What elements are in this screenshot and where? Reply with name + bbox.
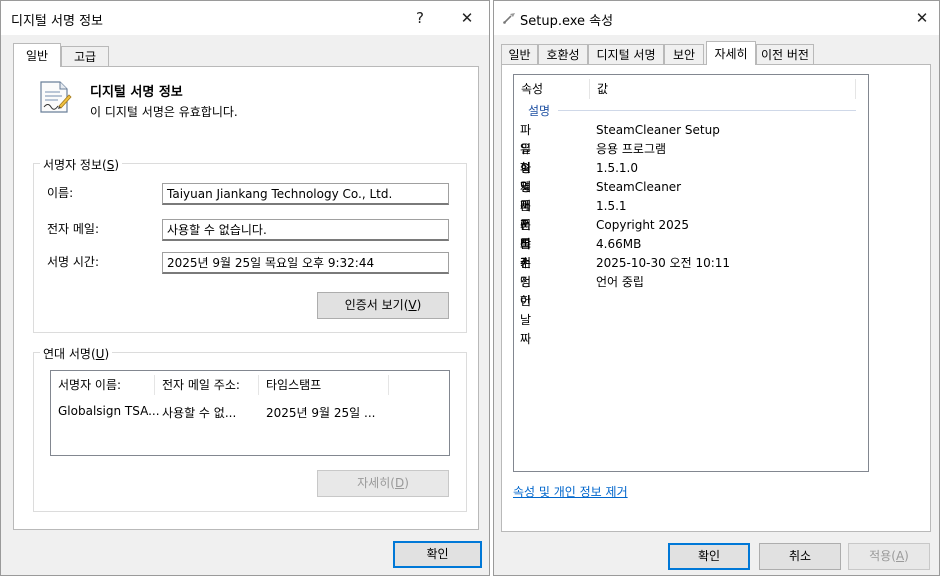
tab-general[interactable]: 일반 [501, 44, 538, 65]
properties-icon [502, 11, 516, 28]
signer-name-field[interactable]: Taiyuan Jiankang Technology Co., Ltd. [162, 183, 449, 205]
tab-previous-versions[interactable]: 이전 버전 [756, 44, 814, 65]
signer-info-group: 서명자 정보(S) 이름: Taiyuan Jiankang Technolog… [33, 156, 467, 333]
tab-security[interactable]: 보안 [664, 44, 704, 65]
ok-button[interactable]: 확인 [668, 543, 750, 570]
digital-signature-details-window: 디지털 서명 정보 ? ✕ 일반 고급 디지털 서명 정보 이 디지털 서명은 … [0, 0, 490, 576]
tab-advanced[interactable]: 고급 [61, 46, 109, 67]
column-header-email[interactable]: 전자 메일 주소: [155, 375, 259, 395]
tab-general[interactable]: 일반 [13, 43, 61, 67]
apply-button[interactable]: 적용(A) [848, 543, 930, 570]
signing-time-field[interactable]: 2025년 9월 25일 목요일 오후 9:32:44 [162, 252, 449, 274]
general-tab-panel: 디지털 서명 정보 이 디지털 서명은 유효합니다. 서명자 정보(S) 이름:… [13, 66, 479, 530]
row-signer-name: Globalsign TSA... [58, 404, 160, 418]
section-description-label: 설명 [528, 104, 551, 118]
row-email: 사용할 수 없... [162, 406, 237, 420]
ok-button[interactable]: 확인 [393, 541, 482, 568]
close-button[interactable]: ✕ [453, 6, 481, 30]
file-properties-window: Setup.exe 속성 ✕ 일반 호환성 디지털 서명 보안 자세히 이전 버… [493, 0, 940, 576]
certificate-document-icon [38, 79, 72, 118]
tab-details[interactable]: 자세히 [706, 41, 756, 65]
email-label: 전자 메일: [47, 222, 100, 236]
window-title: 디지털 서명 정보 [11, 14, 103, 29]
title-bar: 디지털 서명 정보 ? ✕ [1, 1, 489, 35]
column-header-value[interactable]: 값 [590, 79, 856, 99]
column-header-property[interactable]: 속성 [514, 79, 590, 99]
remove-properties-link[interactable]: 속성 및 개인 정보 제거 [513, 483, 628, 500]
tab-compatibility[interactable]: 호환성 [538, 44, 588, 65]
column-header-signer-name[interactable]: 서명자 이름: [51, 375, 155, 395]
name-label: 이름: [47, 186, 74, 200]
help-button[interactable]: ? [406, 6, 434, 30]
properties-list[interactable]: 속성 값 설명 파일 설명 SteamCleaner Setup 유형 응용 프로그… [513, 74, 869, 472]
column-header-timestamp[interactable]: 타임스탬프 [259, 375, 389, 395]
row-timestamp: 2025년 9월 25일 ... [266, 406, 376, 420]
countersignature-list[interactable]: 서명자 이름: 전자 메일 주소: 타임스탬프 Globalsign TSA..… [50, 370, 450, 456]
countersignature-group-label: 연대 서명(U) [40, 345, 113, 362]
signing-time-label: 서명 시간: [47, 255, 100, 269]
countersignature-group: 연대 서명(U) 서명자 이름: 전자 메일 주소: 타임스탬프 Globals… [33, 345, 467, 512]
signer-info-group-label: 서명자 정보(S) [40, 156, 123, 173]
view-certificate-button[interactable]: 인증서 보기(V) [317, 292, 449, 319]
tab-digital-signatures[interactable]: 디지털 서명 [588, 44, 664, 65]
close-button[interactable]: ✕ [908, 6, 936, 30]
cancel-button[interactable]: 취소 [759, 543, 841, 570]
details-button[interactable]: 자세히(D) [317, 470, 449, 497]
details-tab-panel: 속성 값 설명 파일 설명 SteamCleaner Setup 유형 응용 프로그… [501, 64, 931, 532]
window-title: Setup.exe 속성 [520, 14, 614, 29]
signer-email-field[interactable]: 사용할 수 없습니다. [162, 219, 449, 241]
section-divider [558, 110, 856, 111]
signature-status-text: 이 디지털 서명은 유효합니다. [90, 105, 238, 119]
signature-info-heading: 디지털 서명 정보 [90, 85, 183, 100]
title-bar: Setup.exe 속성 ✕ [494, 1, 939, 35]
